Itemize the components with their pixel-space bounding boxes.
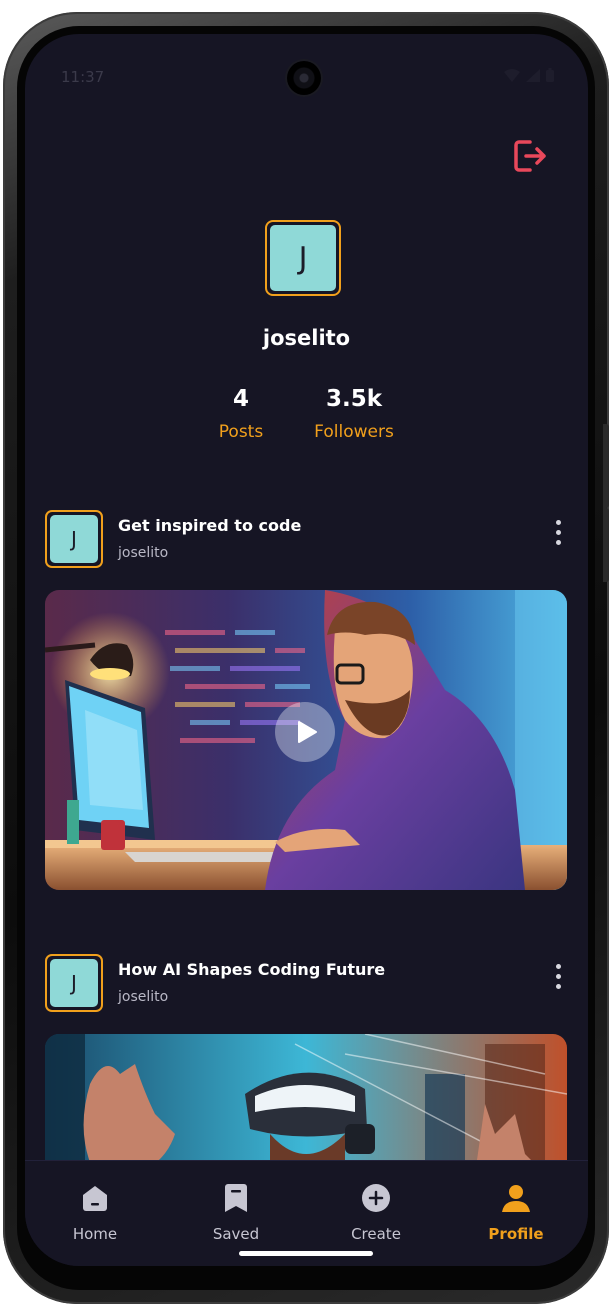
tab-saved-label: Saved <box>212 1225 260 1243</box>
bookmark-icon <box>225 1184 247 1212</box>
stat-followers[interactable]: 3.5k Followers <box>294 386 414 442</box>
logout-icon[interactable] <box>510 136 550 176</box>
play-button[interactable] <box>275 702 335 762</box>
post-image[interactable] <box>45 1034 567 1174</box>
post-title[interactable]: Get inspired to code <box>118 516 301 535</box>
battery-icon <box>546 68 554 82</box>
plus-circle-icon <box>362 1184 390 1212</box>
wifi-icon <box>504 68 520 82</box>
more-options-icon[interactable] <box>550 520 566 550</box>
stat-followers-label: Followers <box>314 422 394 442</box>
tab-profile[interactable]: Profile <box>466 1181 566 1243</box>
vr-headset-illustration <box>45 1034 567 1174</box>
post-author[interactable]: joselito <box>118 989 168 1005</box>
tab-home[interactable]: Home <box>45 1181 145 1243</box>
post-avatar[interactable]: J <box>45 954 103 1012</box>
post-avatar[interactable]: J <box>45 510 103 568</box>
home-indicator[interactable] <box>239 1251 373 1256</box>
person-icon <box>502 1185 530 1212</box>
post-header: J How AI Shapes Coding Future joselito <box>45 954 568 1012</box>
profile-avatar[interactable]: J <box>265 220 341 296</box>
post-header: J Get inspired to code joselito <box>45 510 568 568</box>
tab-saved[interactable]: Saved <box>186 1181 286 1243</box>
tab-create-label: Create <box>351 1225 401 1243</box>
status-icons <box>504 68 554 82</box>
post-title[interactable]: How AI Shapes Coding Future <box>118 960 385 979</box>
stat-posts-value: 4 <box>232 386 249 412</box>
phone-frame: 11:37 J joselito 4 Posts 3.5k Followers <box>3 12 609 1304</box>
stat-posts[interactable]: 4 Posts <box>181 386 301 442</box>
post-author[interactable]: joselito <box>118 545 168 561</box>
post-avatar-letter: J <box>50 959 98 1007</box>
status-time: 11:37 <box>61 68 105 86</box>
bottom-navigation: Home Saved Create Profile <box>25 1160 588 1266</box>
stat-followers-value: 3.5k <box>325 386 383 412</box>
volume-button <box>603 424 609 508</box>
tab-create[interactable]: Create <box>326 1181 426 1243</box>
more-options-icon[interactable] <box>550 964 566 994</box>
home-icon <box>83 1186 107 1211</box>
post-video-thumbnail[interactable] <box>45 590 567 890</box>
screen: 11:37 J joselito 4 Posts 3.5k Followers <box>25 34 588 1266</box>
tab-home-label: Home <box>72 1225 118 1243</box>
post-avatar-letter: J <box>50 515 98 563</box>
front-camera <box>287 61 321 95</box>
power-button <box>603 508 609 582</box>
signal-icon <box>526 68 540 82</box>
profile-username: joselito <box>262 326 351 350</box>
profile-avatar-letter: J <box>270 225 336 291</box>
stat-posts-label: Posts <box>218 422 264 442</box>
tab-profile-label: Profile <box>488 1225 544 1243</box>
play-icon <box>298 721 317 743</box>
